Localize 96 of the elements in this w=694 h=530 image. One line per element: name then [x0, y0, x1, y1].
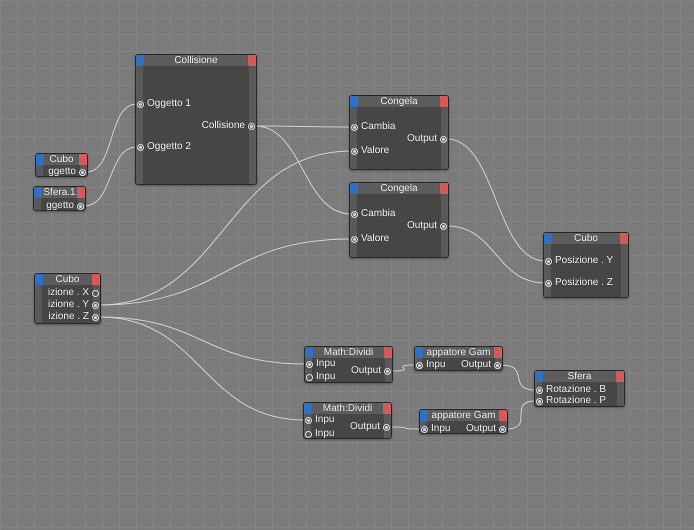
node[interactable]: Cubo izione . X izione . Y izione . Z — [34, 273, 101, 324]
input-tab[interactable] — [35, 274, 43, 285]
node[interactable]: appatore Gam Inpu Output — [419, 409, 508, 434]
port-label: Inpu — [316, 358, 336, 370]
wire — [500, 364, 536, 390]
node-title: Sfera.1 — [42, 187, 77, 198]
port-label: Inpu — [316, 371, 336, 383]
node-title: Cubo — [573, 233, 599, 244]
port-label: Oggetto 1 — [147, 98, 191, 110]
node[interactable]: Cubo Posizione . Y Posizione . Z — [543, 232, 629, 298]
port-icon[interactable] — [306, 374, 313, 380]
port-label: Inpu — [315, 428, 334, 440]
input-tab[interactable] — [136, 55, 144, 66]
port-icon[interactable] — [137, 144, 144, 150]
port-label: izione . Z — [48, 311, 89, 323]
node[interactable]: Math:Dividi Inpu Output Inpu — [304, 346, 393, 383]
port-icon[interactable] — [440, 136, 447, 142]
port-label: Output — [350, 365, 381, 377]
port-icon[interactable] — [351, 210, 358, 218]
node[interactable]: appatore Gam Inpu Output — [414, 346, 503, 371]
port-label: Collisione — [202, 120, 245, 132]
port-label: ggetto — [48, 166, 76, 178]
node-title: Congela — [379, 96, 419, 107]
port-icon[interactable] — [305, 416, 312, 424]
port-icon[interactable] — [383, 424, 390, 430]
node-title: Sfera — [566, 371, 592, 382]
node-title: Congela — [379, 183, 419, 194]
port-icon[interactable] — [92, 314, 99, 320]
port-icon[interactable] — [440, 222, 447, 230]
input-tab[interactable] — [350, 183, 358, 194]
port-icon[interactable] — [306, 360, 313, 368]
node-title: appatore Gam — [430, 410, 496, 421]
input-tab[interactable] — [36, 154, 44, 165]
port-label: Valore — [361, 233, 390, 245]
port-icon[interactable] — [421, 426, 428, 432]
input-tab[interactable] — [544, 233, 552, 244]
port-label: Posizione . Y — [555, 255, 614, 267]
node-title: Math:Dividi — [322, 403, 374, 414]
port-label: Inpu — [315, 414, 334, 426]
input-tab[interactable] — [415, 347, 423, 358]
node-title: Math:Dividi — [322, 347, 374, 358]
port-icon[interactable] — [351, 148, 358, 154]
input-tab[interactable] — [34, 187, 42, 198]
node[interactable]: Sfera Rotazione . B Rotazione . P — [534, 370, 625, 407]
port-label: Output — [350, 421, 380, 433]
node[interactable]: Sfera.1 ggetto — [33, 186, 86, 211]
port-icon[interactable] — [92, 290, 99, 296]
port-icon[interactable] — [536, 386, 543, 394]
node[interactable]: Collisione Oggetto 1 Collisione Oggetto 2 — [135, 54, 257, 185]
port-label: Output — [406, 133, 437, 145]
port-label: Cambia — [361, 208, 396, 220]
port-label: Posizione . Z — [555, 277, 613, 289]
port-label: Output — [466, 423, 496, 435]
port-icon[interactable] — [92, 302, 99, 308]
wire — [506, 400, 536, 430]
node-title: Cubo — [54, 274, 80, 285]
port-label: Valore — [361, 145, 390, 157]
port-icon[interactable] — [248, 122, 255, 130]
port-label: Output — [460, 359, 491, 371]
port-label: ggetto — [46, 200, 74, 212]
port-icon[interactable] — [545, 258, 552, 264]
port-icon[interactable] — [351, 236, 358, 242]
port-icon[interactable] — [416, 362, 423, 368]
wire — [390, 426, 422, 430]
input-tab[interactable] — [350, 96, 358, 107]
port-label: Inpu — [426, 359, 446, 371]
port-label: Inpu — [431, 423, 450, 435]
port-label: Oggetto 2 — [147, 141, 191, 153]
node-title: Cubo — [48, 154, 74, 165]
input-tab[interactable] — [305, 347, 313, 358]
port-label: izione . X — [48, 287, 89, 299]
wire — [390, 364, 416, 372]
port-label: Rotazione . B — [546, 384, 606, 396]
node[interactable]: Congela Cambia Output Valore — [349, 95, 449, 170]
port-icon[interactable] — [545, 280, 552, 286]
port-icon[interactable] — [351, 124, 358, 130]
port-icon[interactable] — [79, 168, 86, 176]
port-icon[interactable] — [499, 426, 506, 432]
node[interactable]: Congela Cambia Output Valore — [349, 182, 449, 258]
port-icon[interactable] — [137, 100, 144, 108]
input-tab[interactable] — [420, 410, 428, 421]
node-title: Collisione — [173, 55, 219, 66]
port-label: Rotazione . P — [546, 395, 606, 407]
port-label: Output — [406, 220, 437, 232]
node-title: appatore Gam — [426, 347, 492, 358]
node[interactable]: Cubo ggetto — [35, 153, 88, 177]
input-tab[interactable] — [535, 371, 543, 382]
port-icon[interactable] — [384, 368, 391, 374]
port-icon[interactable] — [77, 202, 84, 210]
node[interactable]: Math:Dividi Inpu Output Inpu — [303, 402, 392, 439]
port-icon[interactable] — [305, 430, 312, 438]
port-label: Cambia — [361, 121, 396, 133]
port-icon[interactable] — [494, 362, 501, 368]
input-tab[interactable] — [304, 403, 312, 414]
port-icon[interactable] — [536, 398, 543, 404]
port-label: izione . Y — [48, 299, 89, 311]
